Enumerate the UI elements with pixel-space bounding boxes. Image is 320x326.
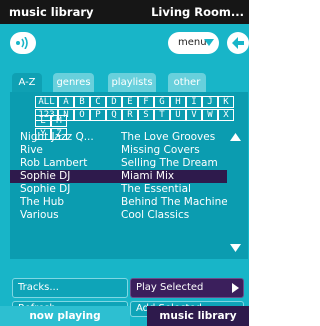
alpha-key[interactable]: U [170, 109, 186, 121]
alphabet-index: ALL A B C D E F G H I J KL M 123 N O P Q R S T U V W XY Z [35, 96, 243, 140]
alpha-key[interactable]: F [138, 96, 154, 108]
alpha-key[interactable]: X [218, 109, 234, 121]
alpha-key[interactable]: E [122, 96, 138, 108]
alpha-key[interactable]: C [90, 96, 106, 108]
scroll-down-icon[interactable] [230, 244, 241, 252]
album-cell: Cool Classics [121, 209, 190, 221]
tab-genres[interactable]: genres [53, 73, 94, 93]
chevron-down-icon [204, 39, 214, 46]
tracks-label: Tracks... [18, 282, 59, 293]
now-playing-tab[interactable]: now playing [0, 306, 130, 326]
back-button[interactable] [227, 32, 249, 54]
alpha-key[interactable]: W [202, 109, 218, 121]
album-cell: Missing Covers [121, 144, 200, 156]
back-arrow-icon [232, 37, 244, 49]
tab-a-z[interactable]: A-Z [12, 73, 42, 93]
alpha-key[interactable]: 123 [35, 109, 58, 121]
app-title: music library [9, 5, 94, 19]
tab-playlists[interactable]: playlists [108, 73, 156, 93]
artist-cell: The Hub [20, 196, 65, 208]
artist-cell: Various [20, 209, 59, 221]
artist-cell: Rive [20, 144, 43, 156]
album-cell: Selling The Dream [121, 157, 218, 169]
artist-cell: Rob Lambert [20, 157, 88, 169]
menu-button[interactable]: menu [168, 32, 219, 54]
alpha-key[interactable]: N [58, 109, 74, 121]
album-cell: Miami Mix [121, 170, 175, 182]
list-item-selected[interactable]: Sophie DJ Miami Mix [10, 170, 227, 183]
menu-label: menu [178, 37, 207, 48]
artist-cell: Sophie DJ [20, 170, 71, 182]
alpha-key[interactable]: J [202, 96, 218, 108]
alpha-key[interactable]: B [74, 96, 90, 108]
artist-cell: Night Jazz Q... [20, 131, 94, 143]
artist-cell: Sophie DJ [20, 183, 71, 195]
title-bar: music library Living Room... [0, 0, 249, 24]
play-selected-label: Play Selected [136, 282, 204, 293]
toolbar: menu [0, 24, 249, 69]
speaker-icon [16, 37, 28, 49]
list-item[interactable]: Rob Lambert Selling The Dream [10, 157, 227, 170]
list-item[interactable]: Night Jazz Q... The Love Grooves [10, 131, 227, 144]
album-cell: The Love Grooves [121, 131, 216, 143]
play-arrow-icon [232, 283, 239, 293]
app-window: music library Living Room... menu A-Z ge… [0, 0, 249, 326]
alpha-key[interactable]: A [58, 96, 74, 108]
music-library-tab[interactable]: music library [147, 306, 249, 326]
alpha-key[interactable]: H [170, 96, 186, 108]
zone-title[interactable]: Living Room... [151, 5, 244, 19]
alpha-key[interactable]: T [154, 109, 170, 121]
album-list: Night Jazz Q... The Love Grooves Rive Mi… [10, 131, 227, 257]
list-item[interactable]: Various Cool Classics [10, 209, 227, 222]
alpha-key[interactable]: V [186, 109, 202, 121]
alpha-key[interactable]: R [122, 109, 138, 121]
alpha-row-2: 123 N O P Q R S T U V W XY Z [35, 109, 243, 140]
album-cell: Behind The Machine [121, 196, 227, 208]
tab-other[interactable]: other [168, 73, 206, 93]
alpha-key[interactable]: G [154, 96, 170, 108]
alpha-key[interactable]: D [106, 96, 122, 108]
alpha-key[interactable]: K [218, 96, 234, 108]
sound-button[interactable] [10, 32, 36, 54]
scroll-up-icon[interactable] [230, 133, 241, 141]
play-selected-button[interactable]: Play Selected [130, 278, 244, 298]
list-item[interactable]: Sophie DJ The Essential [10, 183, 227, 196]
list-item[interactable]: The Hub Behind The Machine [10, 196, 227, 209]
alpha-key[interactable]: Q [106, 109, 122, 121]
alpha-key[interactable]: O [74, 109, 90, 121]
list-item[interactable]: Rive Missing Covers [10, 144, 227, 157]
alpha-key[interactable]: I [186, 96, 202, 108]
album-cell: The Essential [121, 183, 191, 195]
alpha-key[interactable]: ALL [35, 96, 58, 108]
tracks-button[interactable]: Tracks... [12, 278, 128, 298]
alpha-key[interactable]: S [138, 109, 154, 121]
alpha-key[interactable]: P [90, 109, 106, 121]
alpha-row-1: ALL A B C D E F G H I J KL M [35, 96, 243, 127]
